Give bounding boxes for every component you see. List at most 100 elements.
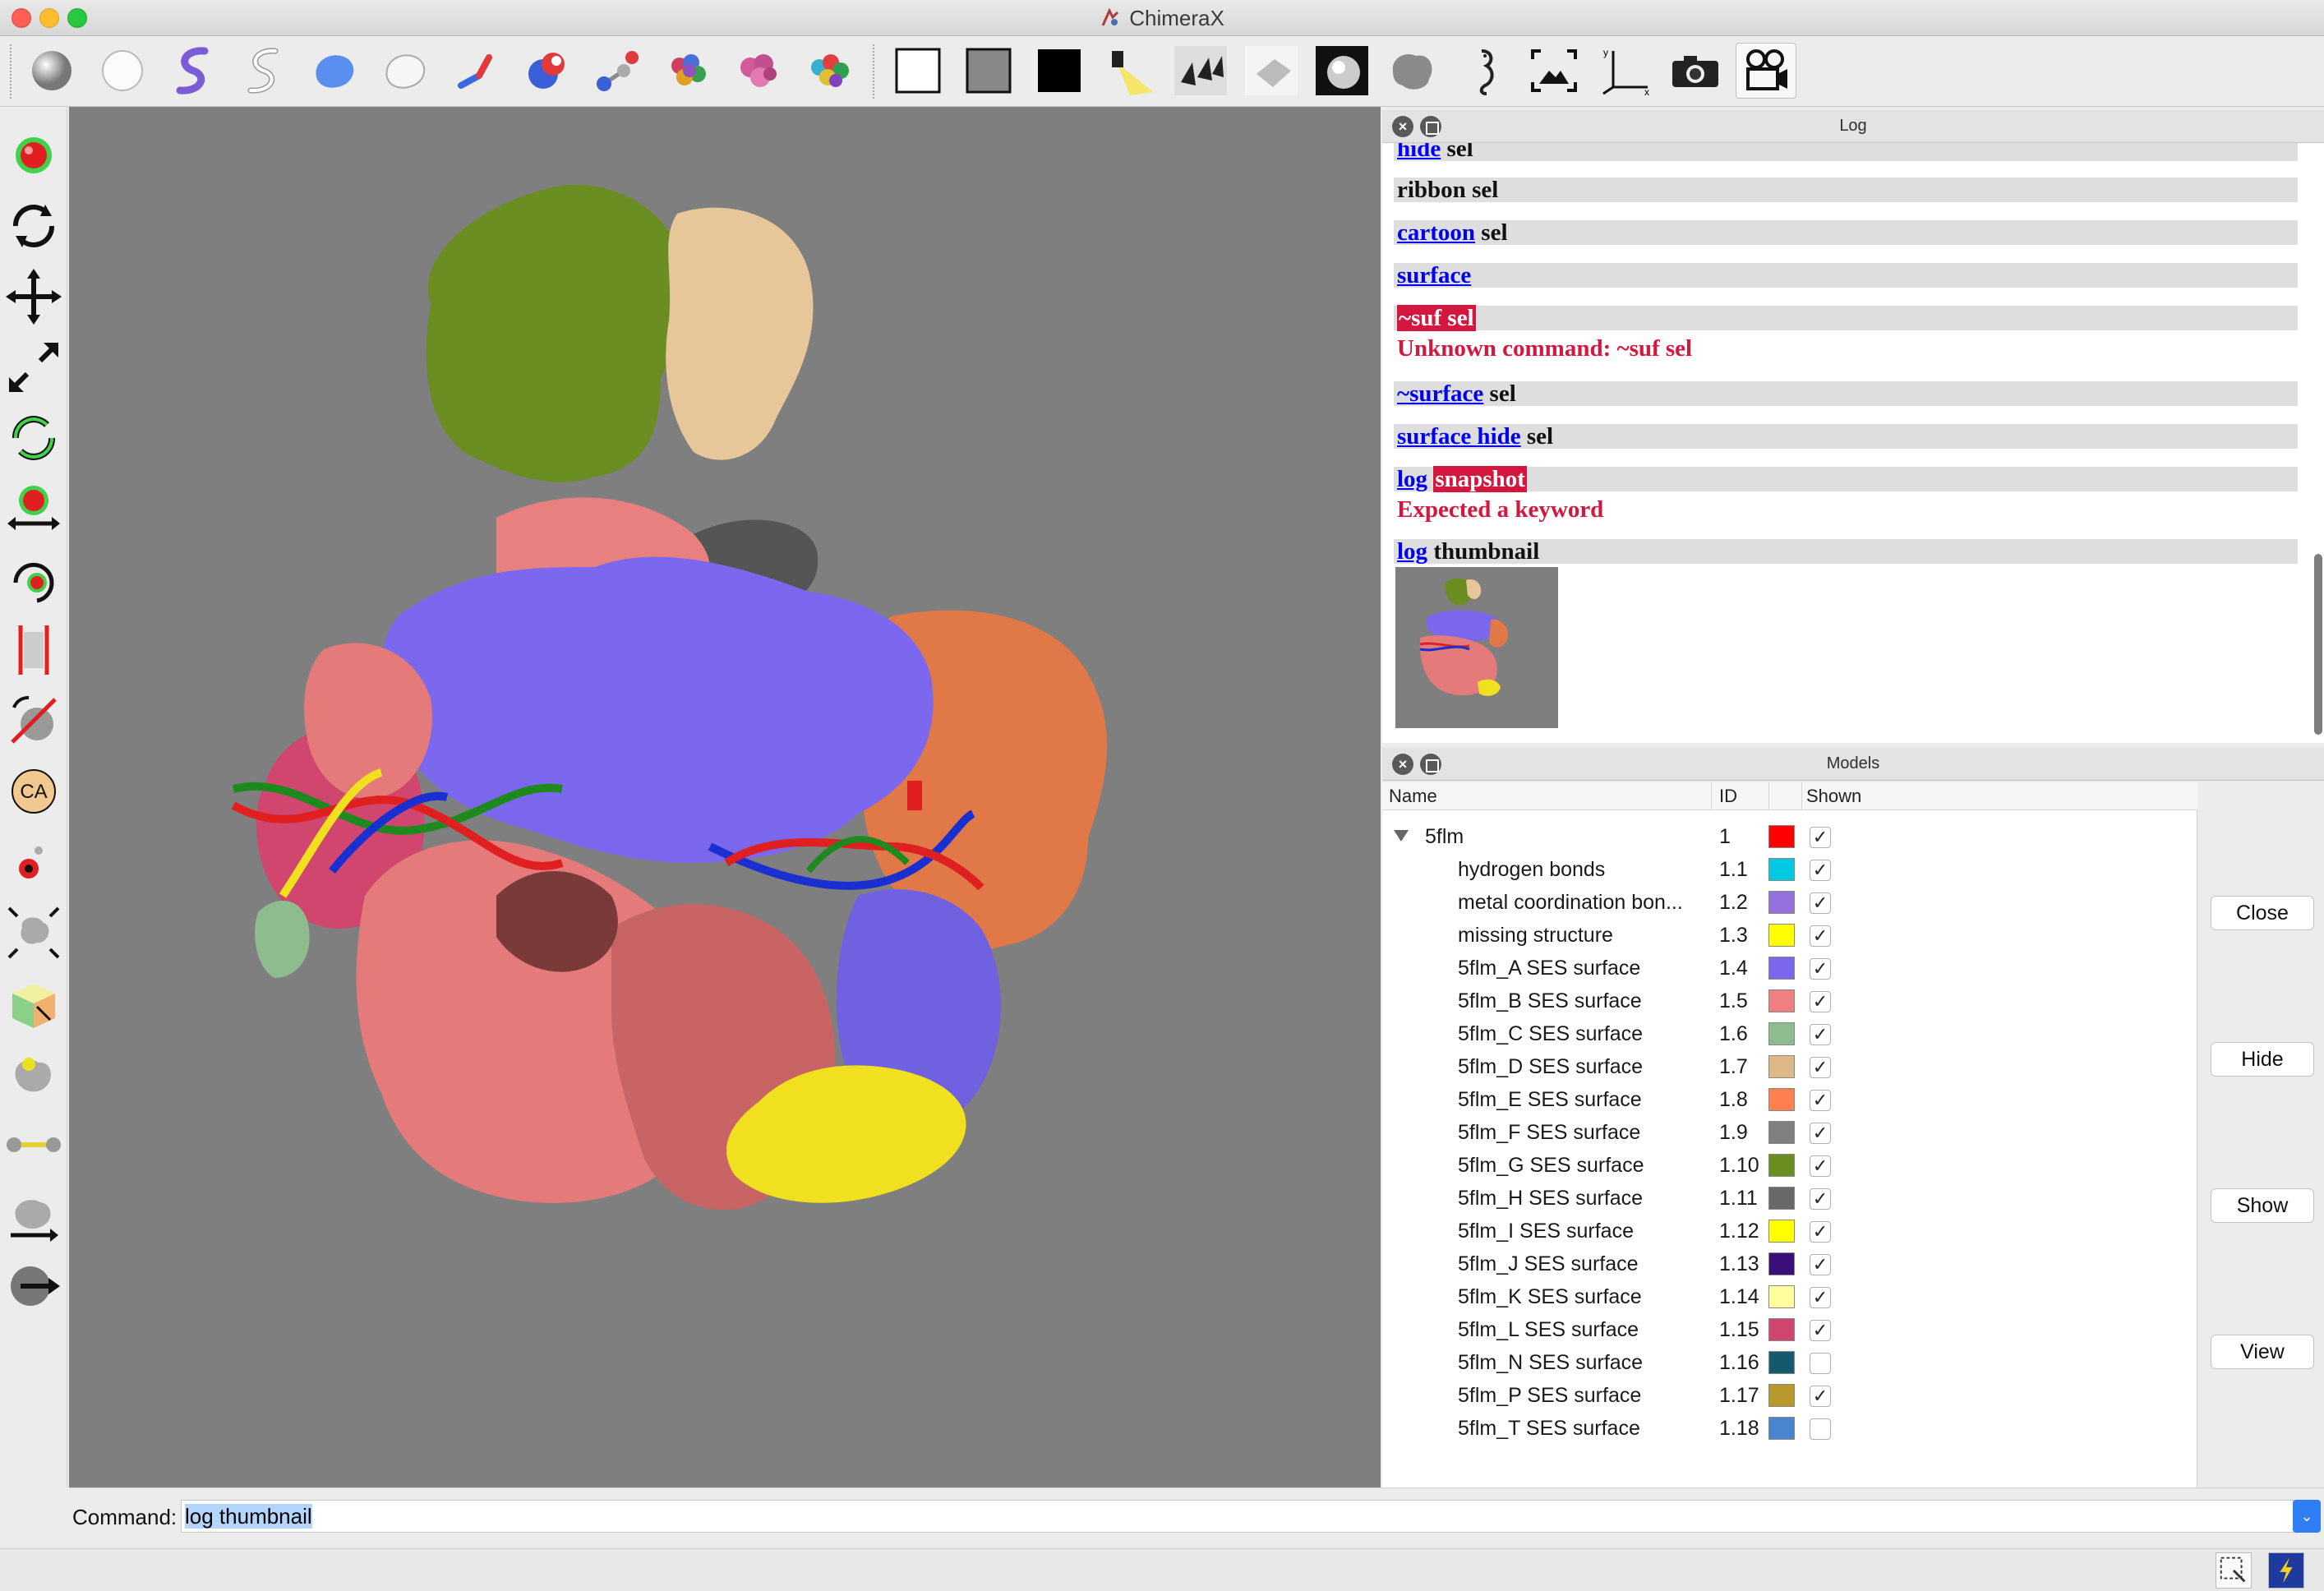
model-row[interactable]: 5flm_L SES surface 1.15 ✓ [1382, 1313, 2197, 1346]
log-command-link[interactable]: ~surface [1397, 380, 1483, 407]
model-shown-checkbox[interactable] [1810, 1418, 1831, 1440]
show-button[interactable]: Show [2211, 1188, 2314, 1223]
model-color-swatch[interactable] [1768, 1285, 1795, 1308]
log-command-link[interactable]: hide [1397, 143, 1441, 162]
soft-light-icon[interactable] [1241, 43, 1302, 99]
no-rotate-icon[interactable] [3, 689, 64, 753]
model-shown-checkbox[interactable]: ✓ [1810, 827, 1831, 848]
model-row[interactable]: hydrogen bonds 1.1 ✓ [1382, 853, 2197, 886]
model-shown-checkbox[interactable]: ✓ [1810, 991, 1831, 1012]
sphere-outline-icon[interactable] [92, 43, 153, 99]
model-shown-checkbox[interactable]: ✓ [1810, 958, 1831, 980]
log-command-link[interactable]: surface hide [1397, 423, 1521, 450]
spacefill-multicolor-icon[interactable] [657, 43, 718, 99]
rotate-atom-icon[interactable] [3, 547, 64, 611]
log-command-link[interactable]: log [1397, 538, 1427, 565]
log-command-link[interactable]: cartoon [1397, 219, 1475, 246]
blob-pick-icon[interactable] [3, 1042, 64, 1106]
model-shown-checkbox[interactable] [1810, 1353, 1831, 1374]
distance-icon[interactable] [3, 1113, 64, 1177]
model-row[interactable]: 5flm_F SES surface 1.9 ✓ [1382, 1116, 2197, 1149]
spacefill-pink-icon[interactable] [728, 43, 789, 99]
log-command-link[interactable]: log [1397, 466, 1427, 492]
seahorse-icon[interactable] [1453, 43, 1514, 99]
model-row[interactable]: 5flm_K SES surface 1.14 ✓ [1382, 1280, 2197, 1313]
background-white-icon[interactable] [888, 43, 948, 99]
zoom-icon[interactable] [3, 335, 64, 399]
model-shown-checkbox[interactable]: ✓ [1810, 860, 1831, 881]
model-color-swatch[interactable] [1768, 989, 1795, 1012]
move-pieces-icon[interactable] [3, 901, 64, 965]
spacefill-rainbow-icon[interactable] [799, 43, 860, 99]
ball-stick-icon[interactable] [587, 43, 648, 99]
pivot-icon[interactable] [3, 830, 64, 894]
spotlight-icon[interactable] [1100, 43, 1160, 99]
shadows-icon[interactable] [1170, 43, 1231, 99]
command-input[interactable]: log thumbnail [181, 1500, 2296, 1533]
stick-icon[interactable] [445, 43, 506, 99]
rotate-icon[interactable] [3, 194, 64, 258]
log-scrollbar[interactable] [2314, 554, 2322, 735]
model-row[interactable]: 5flm_P SES surface 1.17 ✓ [1382, 1379, 2197, 1412]
model-color-swatch[interactable] [1768, 825, 1795, 848]
model-row[interactable]: 5flm_I SES surface 1.12 ✓ [1382, 1215, 2197, 1247]
background-black-icon[interactable] [1029, 43, 1090, 99]
ribbon-outline-icon[interactable] [233, 43, 294, 99]
model-row[interactable]: 5flm_D SES surface 1.7 ✓ [1382, 1050, 2197, 1083]
model-shown-checkbox[interactable]: ✓ [1810, 1254, 1831, 1275]
clip-icon[interactable] [3, 618, 64, 682]
model-shown-checkbox[interactable]: ✓ [1810, 1386, 1831, 1407]
rotate-green-icon[interactable] [3, 406, 64, 470]
model-color-swatch[interactable] [1768, 1220, 1795, 1243]
cube-pick-icon[interactable] [3, 971, 64, 1035]
full-lighting-icon[interactable] [1312, 43, 1372, 99]
next-icon[interactable] [3, 1254, 64, 1318]
lightning-icon[interactable] [2268, 1552, 2304, 1589]
model-color-swatch[interactable] [1768, 1318, 1795, 1341]
model-shown-checkbox[interactable]: ✓ [1810, 1287, 1831, 1308]
model-color-swatch[interactable] [1768, 1417, 1795, 1440]
surface-outline-icon[interactable] [375, 43, 436, 99]
model-row[interactable]: 5flm_J SES surface 1.13 ✓ [1382, 1247, 2197, 1280]
model-row[interactable]: metal coordination bon... 1.2 ✓ [1382, 886, 2197, 919]
model-color-swatch[interactable] [1768, 858, 1795, 881]
camera-icon[interactable] [1665, 43, 1726, 99]
model-row[interactable]: 5flm_N SES surface 1.16 [1382, 1346, 2197, 1379]
column-id[interactable]: ID [1719, 786, 1737, 807]
model-shown-checkbox[interactable]: ✓ [1810, 1155, 1831, 1177]
model-shown-checkbox[interactable]: ✓ [1810, 1123, 1831, 1144]
model-shown-checkbox[interactable]: ✓ [1810, 1221, 1831, 1243]
hide-button[interactable]: Hide [2211, 1042, 2314, 1077]
model-color-swatch[interactable] [1768, 1351, 1795, 1374]
model-color-swatch[interactable] [1768, 1022, 1795, 1045]
model-shown-checkbox[interactable]: ✓ [1810, 1024, 1831, 1045]
model-row[interactable]: 5flm_A SES surface 1.4 ✓ [1382, 952, 2197, 985]
model-color-swatch[interactable] [1768, 1055, 1795, 1078]
model-row[interactable]: 5flm_H SES surface 1.11 ✓ [1382, 1182, 2197, 1215]
axes-icon[interactable]: yx [1594, 43, 1655, 99]
ca-label-icon[interactable]: CA [3, 759, 64, 823]
movie-camera-icon[interactable] [1736, 43, 1796, 99]
command-history-dropdown[interactable]: ⌄ [2293, 1500, 2321, 1533]
model-color-swatch[interactable] [1768, 1187, 1795, 1210]
model-color-swatch[interactable] [1768, 891, 1795, 914]
model-color-swatch[interactable] [1768, 957, 1795, 980]
select-atom-icon[interactable] [3, 123, 64, 187]
model-shown-checkbox[interactable]: ✓ [1810, 925, 1831, 947]
column-shown[interactable]: Shown [1806, 786, 1861, 807]
ribbon-purple-icon[interactable] [163, 43, 224, 99]
model-color-swatch[interactable] [1768, 1154, 1795, 1177]
select-region-icon[interactable] [2216, 1552, 2252, 1589]
model-shown-checkbox[interactable]: ✓ [1810, 1320, 1831, 1341]
model-row[interactable]: 5flm_T SES surface 1.18 [1382, 1412, 2197, 1445]
move-atom-icon[interactable] [3, 477, 64, 541]
log-command-link[interactable]: surface [1397, 262, 1471, 288]
model-shown-checkbox[interactable]: ✓ [1810, 1090, 1831, 1111]
model-row[interactable]: 5flm 1 ✓ [1382, 820, 2197, 853]
expand-triangle-icon[interactable] [1394, 830, 1409, 842]
model-row[interactable]: 5flm_G SES surface 1.10 ✓ [1382, 1149, 2197, 1182]
view-all-icon[interactable] [1524, 43, 1584, 99]
ball-icon[interactable] [21, 43, 82, 99]
model-row[interactable]: missing structure 1.3 ✓ [1382, 919, 2197, 952]
model-color-swatch[interactable] [1768, 1252, 1795, 1275]
